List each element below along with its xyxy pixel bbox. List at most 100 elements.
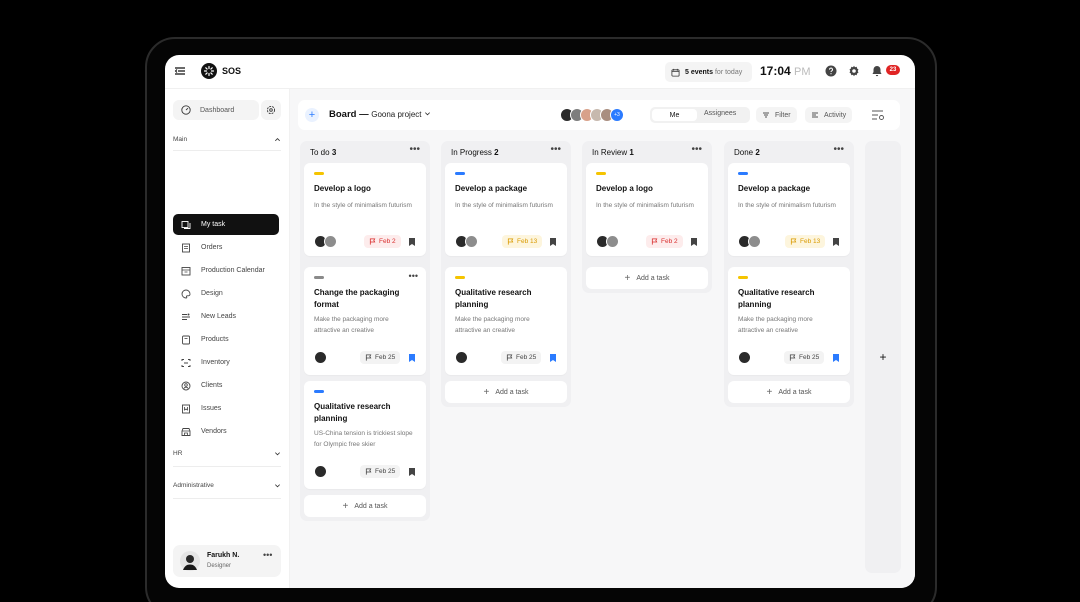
board-settings-icon[interactable]	[871, 109, 885, 121]
settings-gear-icon[interactable]	[848, 65, 860, 77]
due-date-badge[interactable]: Feb 2	[364, 235, 401, 248]
avatar	[180, 551, 200, 571]
activity-button[interactable]: Activity	[805, 107, 853, 123]
add-task-button[interactable]: + Add a task	[445, 381, 567, 403]
task-card[interactable]: Develop a package In the style of minima…	[728, 163, 850, 256]
board-title-label: Board —	[329, 109, 369, 120]
more-options-icon[interactable]: •••	[263, 550, 272, 560]
leads-icon	[182, 313, 190, 320]
card-description: In the style of minimalism futurism	[314, 202, 412, 209]
due-date-badge[interactable]: Feb 25	[501, 351, 542, 364]
due-date-badge[interactable]: Feb 13	[502, 235, 543, 248]
avatar	[465, 235, 478, 248]
bookmark-filled-icon[interactable]	[549, 353, 557, 363]
collapse-menu-icon[interactable]	[174, 65, 186, 77]
events-count: 5 events	[685, 68, 714, 76]
help-icon[interactable]	[825, 65, 837, 77]
task-card[interactable]: ••• Change the packaging format Make the…	[304, 267, 426, 375]
board-title[interactable]: Board — Goona project	[329, 109, 431, 120]
card-title: Develop a logo	[314, 184, 371, 193]
sidebar-item-products[interactable]: Products	[173, 329, 279, 350]
card-description: In the style of minimalism futurism	[596, 202, 694, 209]
plus-icon: +	[624, 272, 631, 284]
task-card[interactable]: Qualitative research planning US-China t…	[304, 381, 426, 489]
flag-icon	[365, 354, 372, 361]
task-card[interactable]: Develop a package In the style of minima…	[445, 163, 567, 256]
due-date-badge[interactable]: Feb 25	[784, 351, 825, 364]
sidebar-item-issues[interactable]: Issues	[173, 398, 279, 419]
dashboard-settings-button[interactable]	[261, 100, 281, 120]
view-assignees-tab[interactable]: Assignees	[704, 110, 736, 117]
task-card[interactable]: Qualitative research planning Make the p…	[445, 267, 567, 375]
due-date-badge[interactable]: Feb 2	[646, 235, 683, 248]
bookmark-filled-icon[interactable]	[408, 353, 416, 363]
task-card[interactable]: Develop a logo In the style of minimalis…	[304, 163, 426, 256]
due-date-badge[interactable]: Feb 13	[785, 235, 826, 248]
bookmark-filled-icon[interactable]	[832, 353, 840, 363]
section-hr[interactable]: HR	[173, 450, 281, 457]
bookmark-icon[interactable]	[408, 237, 416, 247]
bookmark-icon[interactable]	[408, 467, 416, 477]
events-button[interactable]: 5 events for today	[665, 62, 752, 82]
section-main[interactable]: Main	[173, 136, 281, 143]
sidebar-item-clients[interactable]: Clients	[173, 375, 279, 396]
sidebar-item-new-leads[interactable]: New Leads	[173, 306, 279, 327]
add-task-button[interactable]: + Add a task	[586, 267, 708, 289]
add-column-button[interactable]: +	[865, 141, 901, 573]
due-date-badge[interactable]: Feb 25	[360, 465, 401, 478]
due-date-badge[interactable]: Feb 25	[360, 351, 401, 364]
priority-tag	[455, 276, 465, 279]
view-toggle: Me Assignees	[650, 107, 750, 123]
notification-bell-icon[interactable]	[871, 65, 883, 77]
flag-icon	[651, 238, 658, 245]
card-title: Change the packaging format	[314, 288, 400, 309]
divider	[173, 466, 281, 467]
column-count: 2	[494, 148, 499, 157]
calendar-icon	[181, 266, 191, 275]
card-assignees	[314, 351, 344, 365]
sidebar-item-orders[interactable]: Orders	[173, 237, 279, 258]
column-menu-icon[interactable]: •••	[691, 144, 702, 155]
activity-label: Activity	[824, 111, 847, 119]
bookmark-icon[interactable]	[549, 237, 557, 247]
card-assignees	[455, 351, 485, 365]
card-assignees	[455, 235, 485, 249]
section-administrative[interactable]: Administrative	[173, 482, 281, 489]
add-task-button[interactable]: + Add a task	[728, 381, 850, 403]
priority-tag	[314, 172, 324, 175]
view-me-tab[interactable]: Me	[652, 109, 697, 121]
add-task-label: Add a task	[354, 502, 388, 510]
column-menu-icon[interactable]: •••	[833, 144, 844, 155]
card-description: In the style of minimalism futurism	[455, 202, 553, 209]
add-task-label: Add a task	[778, 388, 812, 396]
priority-tag	[738, 172, 748, 175]
plus-icon: +	[483, 386, 490, 398]
task-card[interactable]: Qualitative research planning Make the p…	[728, 267, 850, 375]
column-title: To do 3	[310, 148, 336, 157]
column-title: In Progress 2	[451, 148, 499, 157]
user-profile-card[interactable]: Farukh N. Designer •••	[173, 545, 281, 577]
add-task-button[interactable]: + Add a task	[304, 495, 426, 517]
filter-button[interactable]: Filter	[756, 107, 797, 123]
project-name: Goona project	[371, 110, 422, 119]
sidebar-item-my-task[interactable]: My task	[173, 214, 279, 235]
filter-label: Filter	[775, 111, 791, 119]
add-board-button[interactable]: +	[305, 108, 319, 122]
board-header: + Board — Goona project +3 Me Assignees	[298, 100, 900, 130]
column-menu-icon[interactable]: •••	[550, 144, 561, 155]
bookmark-icon[interactable]	[832, 237, 840, 247]
column-menu-icon[interactable]: •••	[409, 144, 420, 155]
orders-icon	[182, 243, 190, 252]
sidebar-item-production-calendar[interactable]: Production Calendar	[173, 260, 279, 281]
column-name: In Review	[592, 148, 628, 157]
sidebar-item-vendors[interactable]: Vendors	[173, 421, 279, 442]
task-card[interactable]: Develop a logo In the style of minimalis…	[586, 163, 708, 256]
sidebar-item-design[interactable]: Design	[173, 283, 279, 304]
sidebar-item-inventory[interactable]: Inventory	[173, 352, 279, 373]
plus-icon: +	[879, 350, 887, 364]
app-name: SOS	[222, 66, 242, 76]
dashboard-button[interactable]: Dashboard	[173, 100, 259, 120]
palette-icon	[181, 289, 191, 298]
card-menu-icon[interactable]: •••	[409, 271, 418, 281]
bookmark-icon[interactable]	[690, 237, 698, 247]
